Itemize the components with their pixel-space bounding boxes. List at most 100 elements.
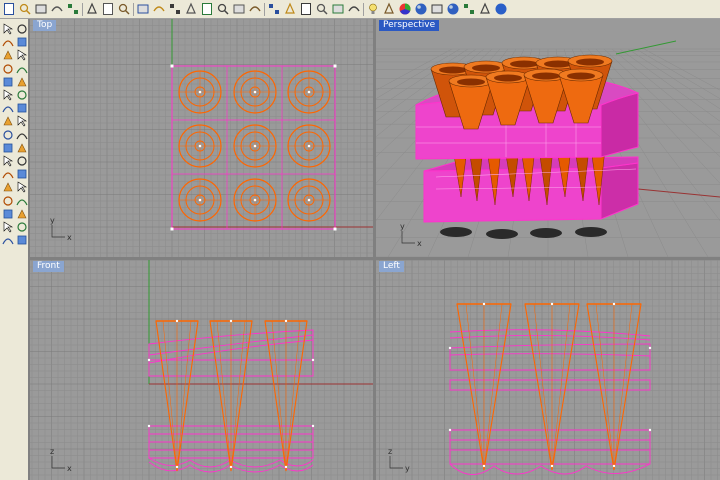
cone-shadow — [486, 229, 518, 239]
axis-label-horizontal: x — [67, 464, 72, 473]
new-icon[interactable] — [2, 2, 16, 16]
arc-icon[interactable] — [2, 63, 14, 75]
import-icon[interactable] — [66, 2, 80, 16]
zoom-all-icon[interactable] — [248, 2, 262, 16]
front-view-scene[interactable]: xz — [30, 260, 373, 480]
viewport-title-perspective[interactable]: Perspective — [379, 20, 440, 31]
cone-top-profile[interactable] — [178, 178, 222, 222]
trim-icon[interactable] — [2, 155, 14, 167]
main-toolbar — [0, 0, 720, 19]
rotate-view-icon[interactable] — [168, 2, 182, 16]
fillet-icon[interactable] — [16, 89, 28, 101]
lock-icon[interactable] — [331, 2, 345, 16]
perspective-view-scene[interactable]: xy — [376, 19, 720, 257]
paste-icon[interactable] — [117, 2, 131, 16]
cut-icon[interactable] — [85, 2, 99, 16]
split-icon[interactable] — [16, 155, 28, 167]
toolbar-separator — [264, 3, 265, 16]
lightbulb-icon[interactable] — [366, 2, 380, 16]
select-arrow-icon[interactable] — [2, 23, 14, 35]
curve-icon[interactable] — [16, 49, 28, 61]
explode-icon[interactable] — [16, 168, 28, 180]
copy-icon[interactable] — [101, 2, 115, 16]
car-icon[interactable] — [299, 2, 313, 16]
viewport-title-top[interactable]: Top — [33, 20, 57, 31]
save-icon[interactable] — [34, 2, 48, 16]
viewport-title-front[interactable]: Front — [33, 261, 64, 272]
boolean-icon[interactable] — [16, 142, 28, 154]
viewport-top[interactable]: xy Top — [30, 19, 373, 257]
ellipse-icon[interactable] — [2, 76, 14, 88]
open-icon[interactable] — [18, 2, 32, 16]
cone-shadow — [530, 228, 562, 238]
viewport-title-left[interactable]: Left — [379, 261, 404, 272]
pan-icon[interactable] — [152, 2, 166, 16]
four-views-icon[interactable] — [267, 2, 281, 16]
viewport-perspective[interactable]: xy Perspective — [376, 19, 720, 257]
cone-icon[interactable] — [16, 129, 28, 141]
freeform-curve-icon[interactable] — [2, 89, 14, 101]
axis-label-horizontal: x — [67, 233, 72, 242]
grid-snap-icon[interactable] — [315, 2, 329, 16]
analyze-icon[interactable] — [2, 208, 14, 220]
cone-top-profile[interactable] — [233, 70, 277, 114]
axis-label-vertical: z — [388, 447, 392, 456]
polygon-icon[interactable] — [16, 76, 28, 88]
line-icon[interactable] — [16, 36, 28, 48]
axis-label-vertical: y — [400, 222, 405, 231]
point-icon[interactable] — [16, 23, 28, 35]
array-icon[interactable] — [2, 195, 14, 207]
render-icon[interactable] — [2, 221, 14, 233]
zoom-window-icon[interactable] — [200, 2, 214, 16]
cone-top-profile[interactable] — [287, 124, 331, 168]
viewport-left[interactable]: yz Left — [376, 260, 720, 480]
zoom-icon[interactable] — [184, 2, 198, 16]
viewport-area: xy Top xy Perspective xz Front yz Left — [29, 19, 720, 480]
move-icon[interactable] — [16, 181, 28, 193]
tool-sidebar — [0, 19, 29, 480]
render-preview-icon[interactable] — [430, 2, 444, 16]
options-icon[interactable] — [478, 2, 492, 16]
top-view-scene[interactable]: xy — [30, 19, 373, 257]
circle-icon[interactable] — [2, 49, 14, 61]
scale-icon[interactable] — [16, 195, 28, 207]
transform-icon[interactable] — [2, 181, 14, 193]
points-icon[interactable] — [347, 2, 361, 16]
sphere-icon[interactable] — [446, 2, 460, 16]
sphere-solid-icon[interactable] — [16, 115, 28, 127]
cone-top-profile[interactable] — [233, 124, 277, 168]
camera-icon[interactable] — [283, 2, 297, 16]
text-icon[interactable] — [16, 234, 28, 246]
layer-icon[interactable] — [16, 221, 28, 233]
front-grid — [30, 260, 373, 480]
viewport-front[interactable]: xz Front — [30, 260, 373, 480]
cone-top-profile[interactable] — [287, 70, 331, 114]
join-icon[interactable] — [2, 168, 14, 180]
toolbar-separator — [363, 3, 364, 16]
zoom-extents-icon[interactable] — [232, 2, 246, 16]
perspective-object[interactable] — [415, 54, 640, 239]
color-wheel-icon[interactable] — [398, 2, 412, 16]
polyline-icon[interactable] — [2, 36, 14, 48]
extrude-icon[interactable] — [16, 102, 28, 114]
gear-icon[interactable] — [382, 2, 396, 16]
zoom-selected-icon[interactable] — [216, 2, 230, 16]
cone-top-profile[interactable] — [287, 178, 331, 222]
axis-label-horizontal: x — [417, 239, 422, 248]
undo-icon[interactable] — [136, 2, 150, 16]
dimension-icon[interactable] — [16, 208, 28, 220]
cone-top-profile[interactable] — [178, 124, 222, 168]
print-icon[interactable] — [50, 2, 64, 16]
solid-box-icon[interactable] — [2, 115, 14, 127]
material-icon[interactable] — [462, 2, 476, 16]
properties-icon[interactable] — [2, 234, 14, 246]
cylinder-icon[interactable] — [2, 129, 14, 141]
cone-top-profile[interactable] — [233, 178, 277, 222]
rectangle-icon[interactable] — [16, 63, 28, 75]
help-icon[interactable] — [494, 2, 508, 16]
mesh-icon[interactable] — [2, 142, 14, 154]
render-shaded-icon[interactable] — [414, 2, 428, 16]
left-view-scene[interactable]: yz — [376, 260, 720, 480]
cone-top-profile[interactable] — [178, 70, 222, 114]
surface-icon[interactable] — [2, 102, 14, 114]
